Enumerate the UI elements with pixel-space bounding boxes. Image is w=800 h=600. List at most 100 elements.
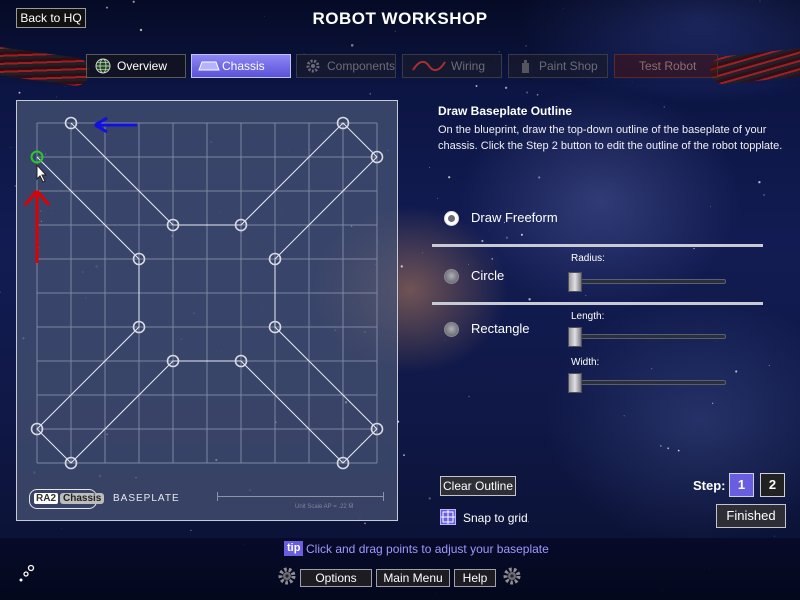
- star: [61, 528, 62, 529]
- star: [428, 497, 431, 500]
- star: [774, 535, 775, 537]
- circle-radio[interactable]: [444, 269, 459, 284]
- radius-slider-thumb[interactable]: [568, 272, 582, 292]
- length-slider-track[interactable]: [568, 334, 726, 339]
- blueprint-canvas[interactable]: [17, 101, 399, 522]
- star: [468, 264, 469, 266]
- star: [437, 197, 438, 199]
- star: [585, 294, 587, 296]
- star: [491, 258, 493, 260]
- star: [18, 91, 21, 94]
- star: [520, 233, 523, 236]
- star: [650, 367, 653, 370]
- tab-label: Test Robot: [639, 59, 697, 73]
- logo-ra2: RA2: [34, 493, 59, 504]
- spray-can-icon: [522, 60, 529, 73]
- gear-icon: [306, 59, 320, 73]
- width-slider-track[interactable]: [568, 380, 726, 385]
- width-slider-thumb[interactable]: [568, 373, 582, 393]
- freeform-label: Draw Freeform: [471, 210, 558, 225]
- finished-button[interactable]: Finished: [716, 504, 786, 528]
- star: [623, 415, 625, 417]
- star: [758, 181, 761, 184]
- star: [712, 402, 714, 404]
- page-title: ROBOT WORKSHOP: [312, 9, 488, 28]
- unit-scale-bar: [217, 496, 383, 497]
- star: [422, 252, 423, 254]
- cable-decoration-left: [0, 44, 92, 88]
- red-arrow-annotation: [23, 190, 51, 263]
- clear-outline-button[interactable]: Clear Outline: [440, 476, 516, 496]
- length-label: Length:: [571, 311, 605, 322]
- tab-components[interactable]: Components: [296, 54, 396, 78]
- star: [487, 230, 489, 231]
- star: [403, 454, 405, 456]
- step-2-button[interactable]: 2: [760, 473, 785, 497]
- star: [468, 395, 470, 398]
- main-menu-button[interactable]: Main Menu: [376, 569, 450, 587]
- gear-icon: [278, 567, 296, 585]
- wire-icon: [412, 60, 446, 72]
- star: [444, 339, 446, 341]
- settings-dots-icon: [19, 564, 35, 582]
- star: [65, 85, 66, 87]
- tab-label: Chassis: [222, 59, 265, 73]
- star: [526, 91, 529, 94]
- tip-icon: tip: [284, 541, 304, 556]
- tab-label: Overview: [117, 59, 168, 73]
- mouse-cursor-icon: [36, 163, 48, 183]
- instructions-body: On the blueprint, draw the top-down outl…: [438, 124, 783, 152]
- star: [190, 529, 192, 532]
- grid-crosshair-icon: [441, 510, 455, 524]
- star: [56, 96, 57, 98]
- star: [369, 93, 371, 95]
- star: [504, 86, 508, 90]
- width-label: Width:: [571, 357, 600, 368]
- tab-chassis[interactable]: Chassis: [191, 54, 291, 78]
- star: [448, 176, 451, 179]
- tab-wiring[interactable]: Wiring: [402, 54, 502, 78]
- unit-scale-text: Unit Scale AP = .22 M: [295, 504, 354, 510]
- rectangle-label: Rectangle: [471, 321, 530, 336]
- star: [735, 370, 738, 373]
- baseplate-label: BASEPLATE: [113, 493, 180, 504]
- divider: [432, 302, 763, 305]
- rectangle-radio[interactable]: [444, 322, 459, 337]
- tab-test-robot[interactable]: Test Robot: [614, 54, 718, 78]
- blueprint-panel: RA2 Chassis BASEPLATE Unit Scale AP = .22…: [16, 100, 398, 521]
- star: [677, 449, 680, 452]
- star: [538, 176, 541, 179]
- tab-overview[interactable]: Overview: [86, 54, 186, 78]
- radius-slider-track[interactable]: [568, 279, 726, 284]
- blue-arrow-annotation: [94, 116, 137, 134]
- tab-paint-shop[interactable]: Paint Shop: [508, 54, 608, 78]
- star: [768, 364, 770, 367]
- star: [710, 206, 712, 208]
- gear-icon: [503, 567, 521, 585]
- ra2-chassis-logo: RA2 Chassis: [29, 489, 105, 509]
- star: [693, 247, 695, 250]
- snap-to-grid-checkbox[interactable]: [440, 509, 456, 525]
- star: [400, 265, 403, 268]
- length-slider-thumb[interactable]: [568, 327, 582, 347]
- star: [763, 194, 765, 196]
- star: [660, 445, 662, 447]
- instructions-title: Draw Baseplate Outline: [438, 104, 573, 118]
- snap-to-grid-label: Snap to grid: [463, 511, 528, 525]
- help-button[interactable]: Help: [454, 569, 496, 587]
- divider: [432, 244, 763, 247]
- scale-tick: [383, 492, 384, 501]
- scale-tick: [217, 492, 218, 501]
- step-label: Step:: [693, 478, 726, 493]
- tab-label: Wiring: [451, 59, 486, 73]
- star: [505, 236, 509, 239]
- tab-label: Paint Shop: [539, 59, 598, 73]
- options-button[interactable]: Options: [300, 569, 372, 587]
- tab-label: Components: [327, 59, 396, 73]
- step-1-button[interactable]: 1: [729, 473, 754, 497]
- circle-label: Circle: [471, 268, 505, 283]
- globe-icon: [95, 58, 111, 74]
- cable-decoration-right: [708, 46, 800, 86]
- star: [667, 447, 670, 450]
- freeform-radio[interactable]: [444, 211, 459, 226]
